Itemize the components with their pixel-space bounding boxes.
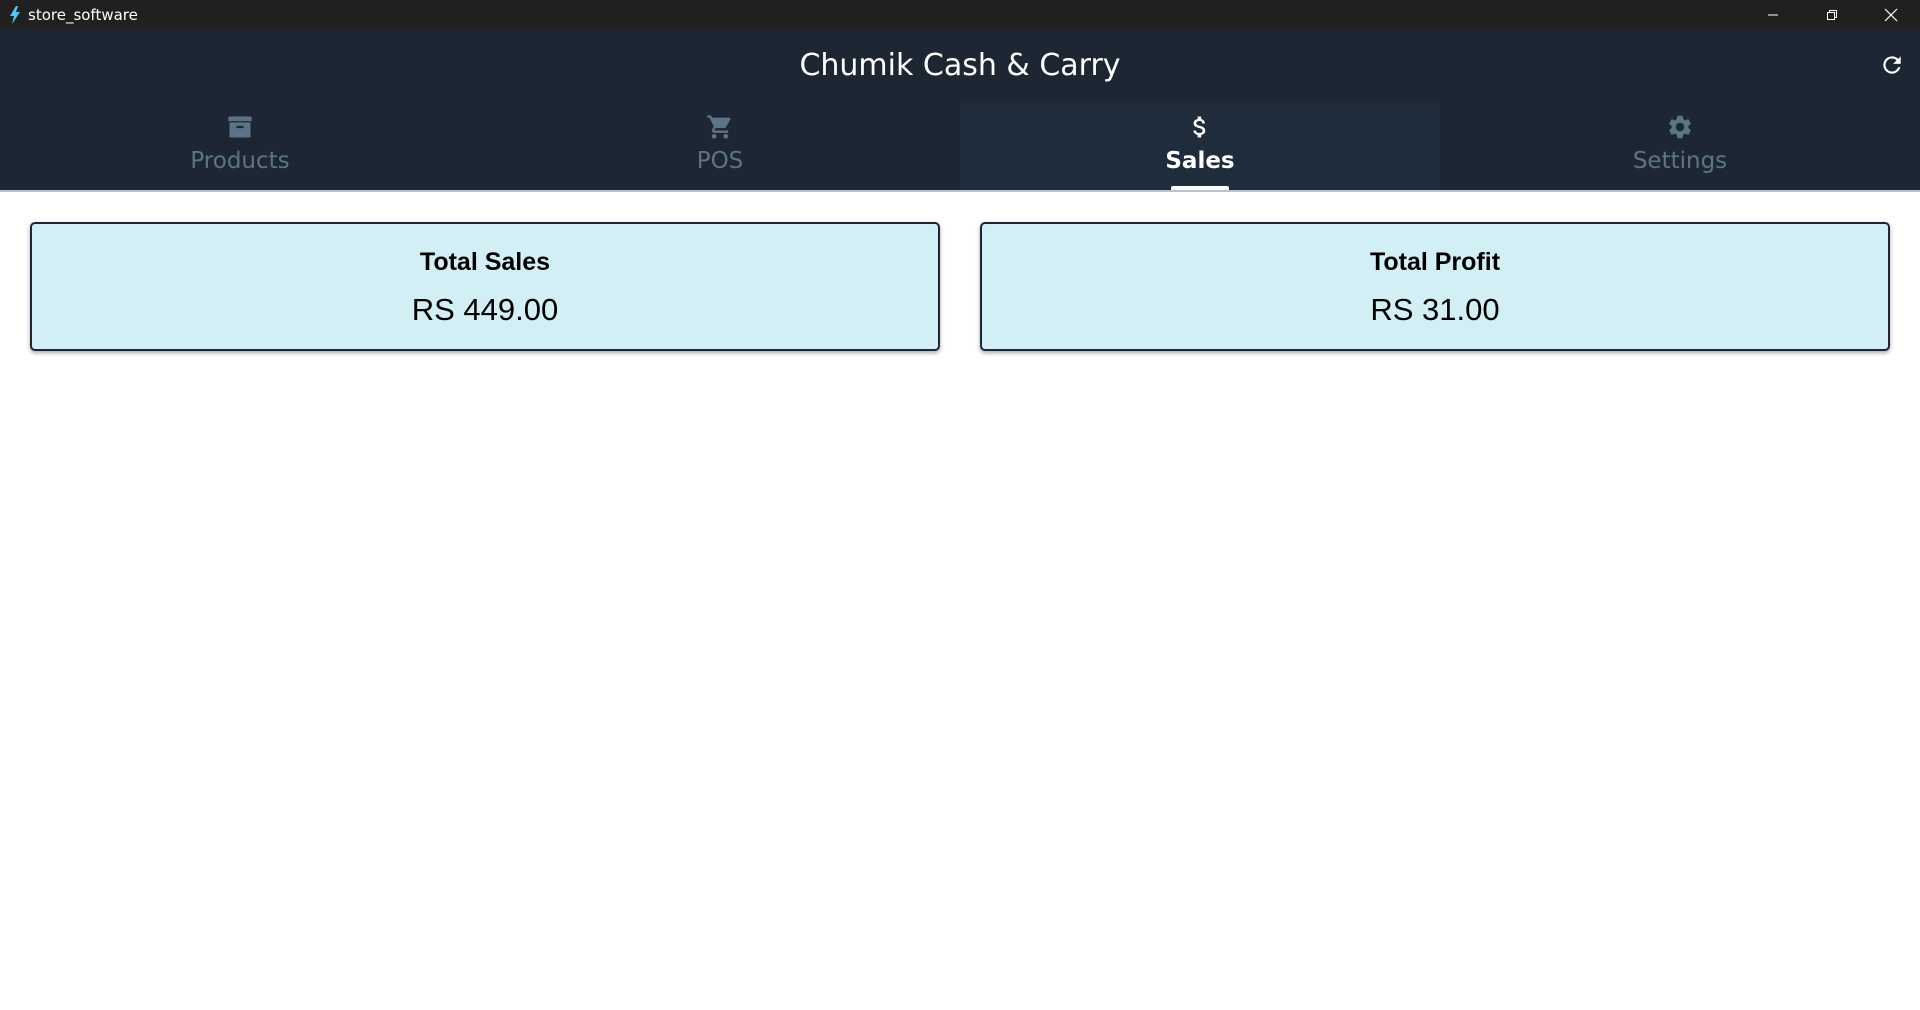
tab-label: Settings: [1632, 148, 1728, 174]
window-titlebar: store_software: [0, 0, 1920, 29]
tab-bar: Products POS Sales Settings: [0, 101, 1920, 192]
active-tab-indicator: [1171, 186, 1229, 190]
restore-button[interactable]: [1802, 0, 1861, 29]
app-title: Chumik Cash & Carry: [799, 47, 1121, 83]
flutter-bolt-icon: [5, 5, 25, 25]
tab-products[interactable]: Products: [0, 101, 480, 190]
close-button[interactable]: [1861, 0, 1920, 29]
refresh-button[interactable]: [1874, 47, 1910, 83]
total-sales-card: Total Sales RS 449.00: [30, 222, 940, 351]
restore-icon: [1826, 9, 1837, 20]
tab-label: POS: [696, 148, 744, 174]
archive-box-icon: [226, 113, 254, 141]
minimize-icon: [1767, 14, 1778, 15]
dollar-icon: [1186, 113, 1214, 141]
gear-icon: [1666, 113, 1694, 141]
window-controls: [1743, 0, 1920, 29]
tab-sales[interactable]: Sales: [960, 101, 1440, 190]
total-profit-card: Total Profit RS 31.00: [980, 222, 1890, 351]
total-sales-value: RS 449.00: [411, 292, 559, 327]
tab-settings[interactable]: Settings: [1440, 101, 1920, 190]
minimize-button[interactable]: [1743, 0, 1802, 29]
window-title: store_software: [28, 5, 138, 24]
close-icon: [1884, 8, 1897, 21]
cart-icon: [706, 113, 734, 141]
app-bar: Chumik Cash & Carry: [0, 29, 1920, 101]
total-sales-label: Total Sales: [419, 248, 551, 276]
tab-pos[interactable]: POS: [480, 101, 960, 190]
total-profit-value: RS 31.00: [1370, 292, 1500, 327]
tab-label: Sales: [1165, 148, 1235, 174]
refresh-icon: [1883, 56, 1901, 74]
total-profit-label: Total Profit: [1369, 248, 1501, 276]
tab-label: Products: [190, 148, 290, 174]
